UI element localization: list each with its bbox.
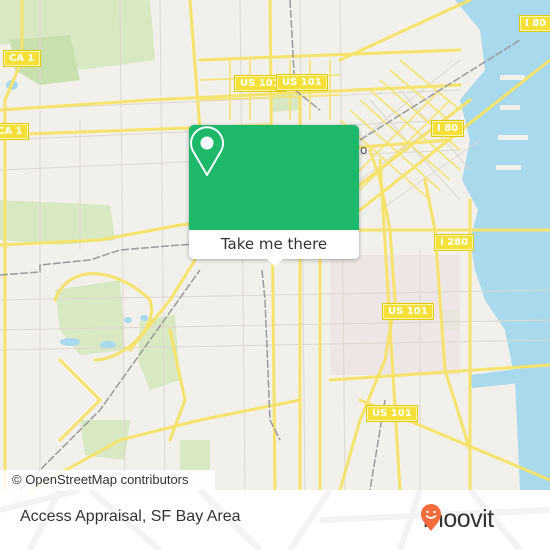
location-pin-icon (190, 126, 224, 176)
place-name: Access Appraisal, SF Bay Area (20, 508, 241, 525)
take-me-there-button[interactable]: Take me there (189, 230, 359, 259)
location-popup: Take me there (189, 125, 359, 267)
highway-shield-ca1: CA 1 (4, 51, 40, 66)
popup-header (189, 125, 359, 230)
map-place-label: o (360, 143, 368, 157)
highway-shield-i80: I 80 (432, 121, 464, 136)
highway-shield-us101: US 101 (367, 406, 417, 421)
moovit-logo[interactable]: moovit (420, 504, 494, 534)
highway-shield-i280: I 280 (435, 235, 474, 250)
highway-shield-us101: US 101 (383, 304, 433, 319)
map-attribution[interactable]: © OpenStreetMap contributors (0, 470, 215, 490)
map-view[interactable]: CA 1 CA 1 US 101 US 101 I 80 I 80 I 280 … (0, 0, 550, 490)
moovit-smiley-pin-icon (421, 504, 441, 531)
highway-shield-ca1: CA 1 (0, 124, 28, 139)
popup-pointer (266, 258, 284, 267)
highway-shield-i80: I 80 (520, 16, 550, 31)
highway-shield-us101: US 101 (277, 75, 327, 90)
footer-banner: Access Appraisal, SF Bay Area moovit (0, 490, 550, 550)
